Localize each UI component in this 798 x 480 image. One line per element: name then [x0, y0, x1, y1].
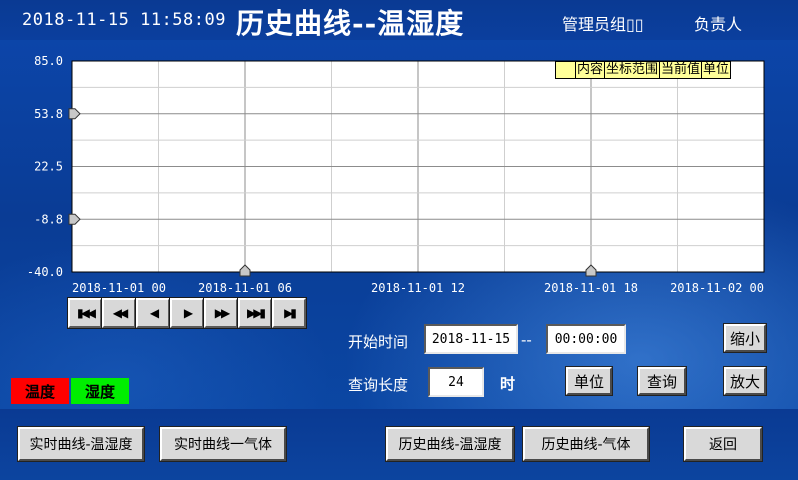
end-button[interactable]: ▶▮ [271, 297, 307, 329]
y-tick-label: -40.0 [27, 265, 63, 279]
page-title: 历史曲线--温湿度 [236, 7, 465, 40]
legend-swatch [556, 62, 575, 78]
start-date-field[interactable]: 2018-11-15 [424, 324, 518, 354]
step-backward-icon: ◀ [149, 306, 159, 320]
footer-bar: 实时曲线-温湿度 实时曲线一气体 历史曲线-温湿度 历史曲线-气体 返回 [0, 409, 798, 480]
realtime-gas-button[interactable]: 实时曲线一气体 [159, 426, 287, 462]
humidity-tag[interactable]: 湿度 [71, 378, 129, 404]
y-tick-label: 85.0 [34, 54, 63, 68]
last-page-button[interactable]: ▶▶▮ [237, 297, 273, 329]
start-time-label: 开始时间 [348, 333, 409, 351]
x-tick-label: 2018-11-01 18 [544, 281, 638, 295]
chart-legend: 内容 坐标范围 当前值 单位 [555, 61, 732, 79]
date-time-separator: -- [521, 331, 532, 349]
y-tick-label: -8.8 [34, 212, 63, 226]
fast-forward-icon: ▶▶ [214, 306, 231, 320]
realtime-temp-humidity-button[interactable]: 实时曲线-温湿度 [17, 426, 145, 462]
y-tick-label: 53.8 [34, 107, 63, 121]
x-tick-label: 2018-11-02 00 [670, 281, 764, 295]
fast-forward-button[interactable]: ▶▶ [203, 297, 239, 329]
header-bar: 2018-11-15 11:58:09 历史曲线--温湿度 管理员组▯▯ 负责人 [0, 0, 798, 40]
first-page-icon: ▮◀◀ [76, 306, 96, 320]
current-datetime: 2018-11-15 11:58:09 [22, 10, 226, 30]
temperature-tag[interactable]: 温度 [11, 378, 69, 404]
legend-col-range: 坐标范围 [604, 62, 659, 78]
last-page-icon: ▶▶▮ [246, 306, 266, 320]
zoom-in-button[interactable]: 放大 [723, 366, 767, 396]
y-tick-label: 22.5 [34, 160, 63, 174]
history-temp-humidity-button[interactable]: 历史曲线-温湿度 [385, 426, 515, 462]
chart-navigation: ▮◀◀ ◀◀ ◀ ▶ ▶▶ ▶▶▮ ▶▮ [67, 297, 307, 329]
fast-backward-icon: ◀◀ [112, 306, 129, 320]
responsible-person: 负责人 [694, 15, 743, 34]
query-button[interactable]: 查询 [637, 366, 687, 396]
query-length-label: 查询长度 [348, 376, 409, 394]
x-tick-label: 2018-11-01 12 [371, 281, 465, 295]
step-backward-button[interactable]: ◀ [135, 297, 171, 329]
first-page-button[interactable]: ▮◀◀ [67, 297, 103, 329]
query-length-field[interactable]: 24 [428, 367, 484, 397]
x-tick-label: 2018-11-01 00 [72, 281, 166, 295]
legend-col-current: 当前值 [659, 62, 701, 78]
zoom-out-button[interactable]: 缩小 [723, 323, 767, 353]
end-icon: ▶▮ [284, 306, 297, 320]
step-forward-icon: ▶ [183, 306, 193, 320]
fast-backward-button[interactable]: ◀◀ [101, 297, 137, 329]
unit-button[interactable]: 单位 [565, 366, 613, 396]
step-forward-button[interactable]: ▶ [169, 297, 205, 329]
start-time-field[interactable]: 00:00:00 [546, 324, 626, 354]
user-role: 管理员组▯▯ [562, 15, 644, 34]
x-tick-label: 2018-11-01 06 [198, 281, 292, 295]
history-gas-button[interactable]: 历史曲线-气体 [522, 426, 650, 462]
legend-col-content: 内容 [575, 62, 604, 78]
screen: 2018-11-15 11:58:09 历史曲线--温湿度 管理员组▯▯ 负责人… [0, 0, 798, 480]
history-chart[interactable]: 85.0 53.8 22.5 -8.8 -40.0 2018-11-01 00 2018-… [0, 50, 798, 300]
legend-col-unit: 单位 [701, 62, 730, 78]
hour-unit-label: 时 [500, 375, 516, 393]
back-button[interactable]: 返回 [683, 426, 763, 462]
